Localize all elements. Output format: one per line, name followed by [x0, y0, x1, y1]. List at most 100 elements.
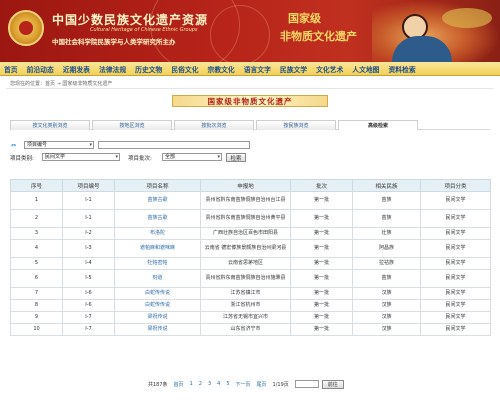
cell-ethnic: 拉祜族 — [352, 257, 421, 270]
site-subtitle-cn: 中国社会科学院民族学与人类学研究所主办 — [52, 38, 176, 46]
tab-by-batch[interactable]: 按批次浏览 — [174, 120, 254, 130]
nav-item-recent[interactable]: 近期发表 — [63, 64, 90, 74]
cell-batch: 第一批 — [290, 227, 353, 240]
cell-place: 江苏省无锡市宜兴市 — [200, 311, 291, 324]
col-header-batch[interactable]: 批次 — [290, 179, 353, 192]
tab-by-category[interactable]: 按文化类别浏览 — [10, 120, 90, 130]
chevron-down-icon: ▾ — [89, 142, 92, 148]
cell-code: Ⅰ-5 — [62, 269, 115, 288]
category-label: 项目类别: — [10, 156, 34, 162]
heritage-stamp: 国家级 非物质文化遗产 — [278, 6, 366, 54]
cell-name[interactable]: 苗族古歌 — [114, 191, 201, 210]
cell-category: 民间文学 — [420, 287, 491, 300]
page-number-input[interactable] — [294, 380, 319, 388]
cell-name[interactable]: 梁祝传说 — [114, 323, 201, 336]
cell-category: 民间文学 — [420, 191, 491, 210]
main-nav: 首页 前沿动态 近期发表 法律法规 历史文物 民俗文化 宗教文化 语言文字 民族… — [0, 62, 500, 76]
cell-name[interactable]: 白蛇传传说 — [114, 299, 201, 312]
col-header-place[interactable]: 申报地 — [200, 179, 291, 192]
cell-name[interactable]: 梁祝传说 — [114, 311, 201, 324]
nav-item-art[interactable]: 文化艺术 — [316, 64, 343, 74]
search-form: ⇔ 项目编号 ▾ 项目类别: 民间文学 ▾ 项目批次: 全部 ▾ 检索 — [10, 141, 490, 165]
cell-name[interactable]: 白蛇传传说 — [114, 287, 201, 300]
batch-select[interactable]: 全部 ▾ — [162, 153, 222, 161]
cell-no: 6 — [10, 269, 63, 288]
logo-icon[interactable] — [8, 10, 44, 46]
cell-place: 贵州省黔东南苗族侗族自治州施秉县 — [200, 269, 291, 288]
cell-batch: 第一批 — [290, 209, 353, 228]
cell-name[interactable]: 布洛陀 — [114, 227, 201, 240]
cell-name[interactable]: 牡帕密帕 — [114, 257, 201, 270]
tab-by-ethnic[interactable]: 按民族浏览 — [256, 120, 336, 130]
cell-no: 1 — [10, 191, 63, 210]
cell-batch: 第一批 — [290, 323, 353, 336]
cell-code: Ⅰ-2 — [62, 227, 115, 240]
table-row: 9 Ⅰ-7 梁祝传说 江苏省无锡市宜兴市 第一批 汉族 民间文学 — [10, 311, 491, 324]
tab-by-region[interactable]: 按地区浏览 — [92, 120, 172, 130]
search-button[interactable]: 检索 — [226, 153, 246, 162]
cell-place: 广西壮族自治区百色市田阳县 — [200, 227, 291, 240]
nav-item-law[interactable]: 法律法规 — [99, 64, 126, 74]
nav-item-relics[interactable]: 历史文物 — [135, 64, 162, 74]
nav-item-literature[interactable]: 民族文学 — [280, 64, 307, 74]
col-header-name[interactable]: 项目名称 — [114, 179, 201, 192]
total-count: 共187条 — [148, 381, 168, 388]
divider — [6, 88, 494, 89]
results-table: 序号 项目编号 项目名称 申报地 批次 相关民族 项目分类 1 Ⅰ-1 苗族古歌 贵州… — [10, 179, 491, 336]
cell-name[interactable]: 遮帕麻和遮咪麻 — [114, 239, 201, 258]
table-row: 7 Ⅰ-6 白蛇传传说 江苏省镇江市 第一批 汉族 民间文学 — [10, 287, 491, 300]
cell-no: 9 — [10, 311, 63, 324]
batch-label: 项目批次: — [128, 156, 152, 162]
cell-code: Ⅰ-4 — [62, 257, 115, 270]
col-header-no[interactable]: 序号 — [10, 179, 63, 192]
cell-category: 民间文学 — [420, 311, 491, 324]
cell-code: Ⅰ-7 — [62, 311, 115, 324]
nav-item-language[interactable]: 语言文字 — [244, 64, 271, 74]
page-link-2[interactable]: 2 — [199, 381, 202, 387]
page-link-1[interactable]: 1 — [190, 381, 193, 387]
search-field-select[interactable]: 项目编号 ▾ — [24, 141, 94, 149]
nav-item-folk[interactable]: 民俗文化 — [171, 64, 198, 74]
chevron-down-icon: ▾ — [217, 154, 220, 160]
page-link-4[interactable]: 4 — [217, 381, 220, 387]
breadcrumb: 您现在的位置：首页 → 国家级非物质文化遗产 — [10, 81, 113, 87]
category-select[interactable]: 民间文学 ▾ — [42, 153, 120, 161]
stamp-line-1: 国家级 — [288, 12, 321, 25]
site-title[interactable]: 中国少数民族文化遗产资源 — [52, 11, 208, 28]
cell-no: 2 — [10, 209, 63, 228]
cell-place: 云南省 德宏傣族景颇族自治州梁河县 — [200, 239, 291, 258]
nav-item-map[interactable]: 人文地图 — [352, 64, 379, 74]
cell-place: 浙江省杭州市 — [200, 299, 291, 312]
nav-item-religion[interactable]: 宗教文化 — [208, 64, 235, 74]
cell-batch: 第一批 — [290, 239, 353, 258]
site-subtitle-en: Cultural Heritage of Chinese Ethnic Grou… — [90, 27, 198, 33]
tab-advanced-search[interactable]: 高级检索 — [338, 120, 418, 130]
page-link-5[interactable]: 5 — [226, 381, 229, 387]
page-link-3[interactable]: 3 — [208, 381, 211, 387]
table-row: 10 Ⅰ-7 梁祝传说 山东省济宁市 第一批 汉族 民间文学 — [10, 323, 491, 336]
keyword-input[interactable] — [98, 141, 250, 149]
nav-item-home[interactable]: 首页 — [4, 64, 18, 74]
cell-category: 民间文学 — [420, 269, 491, 288]
col-header-code[interactable]: 项目编号 — [62, 179, 115, 192]
nav-item-news[interactable]: 前沿动态 — [27, 64, 54, 74]
first-page-link[interactable]: 首页 — [174, 381, 184, 388]
section-title: 国家级非物质文化遗产 — [207, 96, 293, 106]
cell-name[interactable]: 苗族古歌 — [114, 209, 201, 228]
col-header-ethnic[interactable]: 相关民族 — [352, 179, 421, 192]
section-banner: 国家级非物质文化遗产 — [172, 95, 328, 107]
cell-place: 云南省思茅地区 — [200, 257, 291, 270]
go-button[interactable]: 前往 — [321, 379, 344, 389]
cell-place: 江苏省镇江市 — [200, 287, 291, 300]
col-header-category[interactable]: 项目分类 — [420, 179, 491, 192]
cell-name[interactable]: 刻道 — [114, 269, 201, 288]
batch-value: 全部 — [165, 154, 176, 160]
next-page-link[interactable]: 下一页 — [236, 381, 251, 388]
table-row: 3 Ⅰ-2 布洛陀 广西壮族自治区百色市田阳县 第一批 壮族 民间文学 — [10, 227, 491, 240]
table-row: 8 Ⅰ-6 白蛇传传说 浙江省杭州市 第一批 汉族 民间文学 — [10, 299, 491, 312]
cell-category: 民间文学 — [420, 227, 491, 240]
cell-ethnic: 苗族 — [352, 269, 421, 288]
cell-code: Ⅰ-6 — [62, 287, 115, 300]
last-page-link[interactable]: 尾页 — [257, 381, 267, 388]
nav-item-search[interactable]: 资料检索 — [388, 64, 415, 74]
